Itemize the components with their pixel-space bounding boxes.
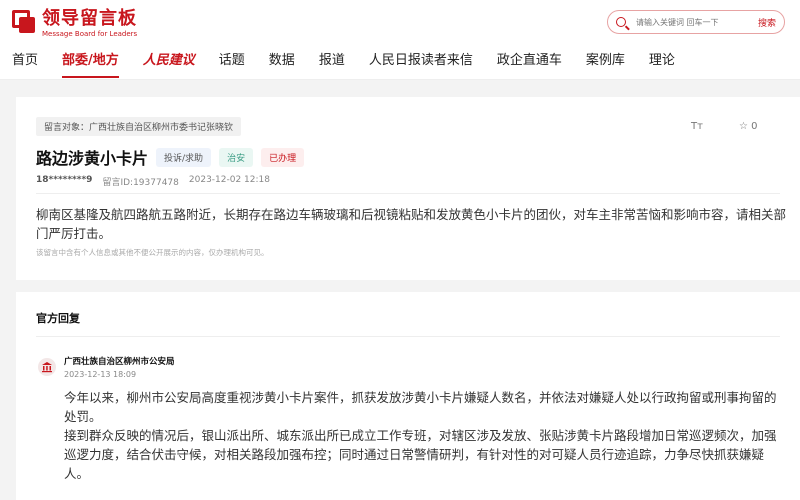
message-time: 2023-12-02 12:18: [188, 175, 270, 185]
nav-item-enterprise[interactable]: 政企直通车: [497, 46, 562, 76]
logo-title: 领导留言板: [42, 8, 137, 29]
logo-subtitle: Message Board for Leaders: [42, 30, 138, 38]
message-target: 留言对象：广西壮族自治区柳州市委书记张晓钦: [36, 117, 242, 136]
reply-paragraph-2: 接到群众反映的情况后，银山派出所、城东派出所已成立工作专班，对辖区涉及发放、张贴…: [64, 428, 777, 481]
reply-card: 官方回复 广西壮族自治区柳州市公安局 2023-12-13 18:09 今年以来…: [16, 292, 800, 500]
site-header: 领导留言板 Message Board for Leaders 搜索: [0, 0, 800, 46]
message-card: 留言对象：广西壮族自治区柳州市委书记张晓钦 Tт ☆ 0 路边涉黄小卡片 投诉/…: [16, 97, 800, 280]
nav-item-ministries[interactable]: 部委/地方: [62, 46, 119, 78]
nav-item-people-suggestions[interactable]: 人民建议: [143, 46, 195, 76]
nav-item-theory[interactable]: 理论: [649, 46, 675, 76]
tag-field[interactable]: 治安: [219, 147, 254, 167]
message-id: 留言ID:19377478: [102, 178, 179, 188]
favorite-button[interactable]: ☆ 0: [739, 121, 758, 132]
font-size-icon[interactable]: Tт: [691, 121, 703, 132]
privacy-note: 该留言中含有个人信息或其他不便公开展示的内容，仅办理机构可见。: [36, 248, 269, 257]
search-button[interactable]: 搜索: [758, 16, 776, 29]
reply-section-title: 官方回复: [36, 312, 80, 325]
reply-org: 广西壮族自治区柳州市公安局: [64, 357, 175, 367]
nav-item-home[interactable]: 首页: [12, 46, 38, 76]
logo-icon: [12, 10, 36, 34]
government-building-icon: [38, 358, 56, 376]
nav-item-reports[interactable]: 报道: [319, 46, 345, 76]
reply-content: 今年以来，柳州市公安局高度重视涉黄小卡片案件，抓获发放涉黄小卡片嫌疑人数名，并依…: [64, 388, 784, 483]
status-badge: 已办理: [261, 147, 305, 167]
nav-item-reader-letters[interactable]: 人民日报读者来信: [369, 46, 473, 76]
reply-date: 2023-12-13 18:09: [64, 370, 137, 379]
tag-category[interactable]: 投诉/求助: [156, 147, 212, 167]
message-user: 18********9: [36, 175, 93, 185]
search-input[interactable]: [634, 16, 749, 28]
message-content: 柳南区基隆及航四路航五路附近，长期存在路边车辆玻璃和后视镜粘贴和发放黄色小卡片的…: [36, 207, 787, 241]
nav-item-cases[interactable]: 案例库: [586, 46, 625, 76]
main-nav: 首页 部委/地方 人民建议 话题 数据 报道 人民日报读者来信 政企直通车 案例…: [0, 46, 800, 80]
reply-paragraph-1: 今年以来，柳州市公安局高度重视涉黄小卡片案件，抓获发放涉黄小卡片嫌疑人数名，并依…: [64, 390, 777, 424]
site-logo[interactable]: 领导留言板 Message Board for Leaders: [12, 9, 137, 39]
nav-item-topics[interactable]: 话题: [219, 46, 245, 76]
divider: [36, 336, 780, 337]
message-meta: 18********9 留言ID:19377478 2023-12-02 12:…: [36, 175, 280, 188]
divider: [36, 193, 780, 194]
message-title: 路边涉黄小卡片: [36, 149, 149, 168]
search-icon: [616, 17, 626, 27]
nav-item-data[interactable]: 数据: [269, 46, 295, 76]
search-box: 搜索: [607, 10, 785, 34]
